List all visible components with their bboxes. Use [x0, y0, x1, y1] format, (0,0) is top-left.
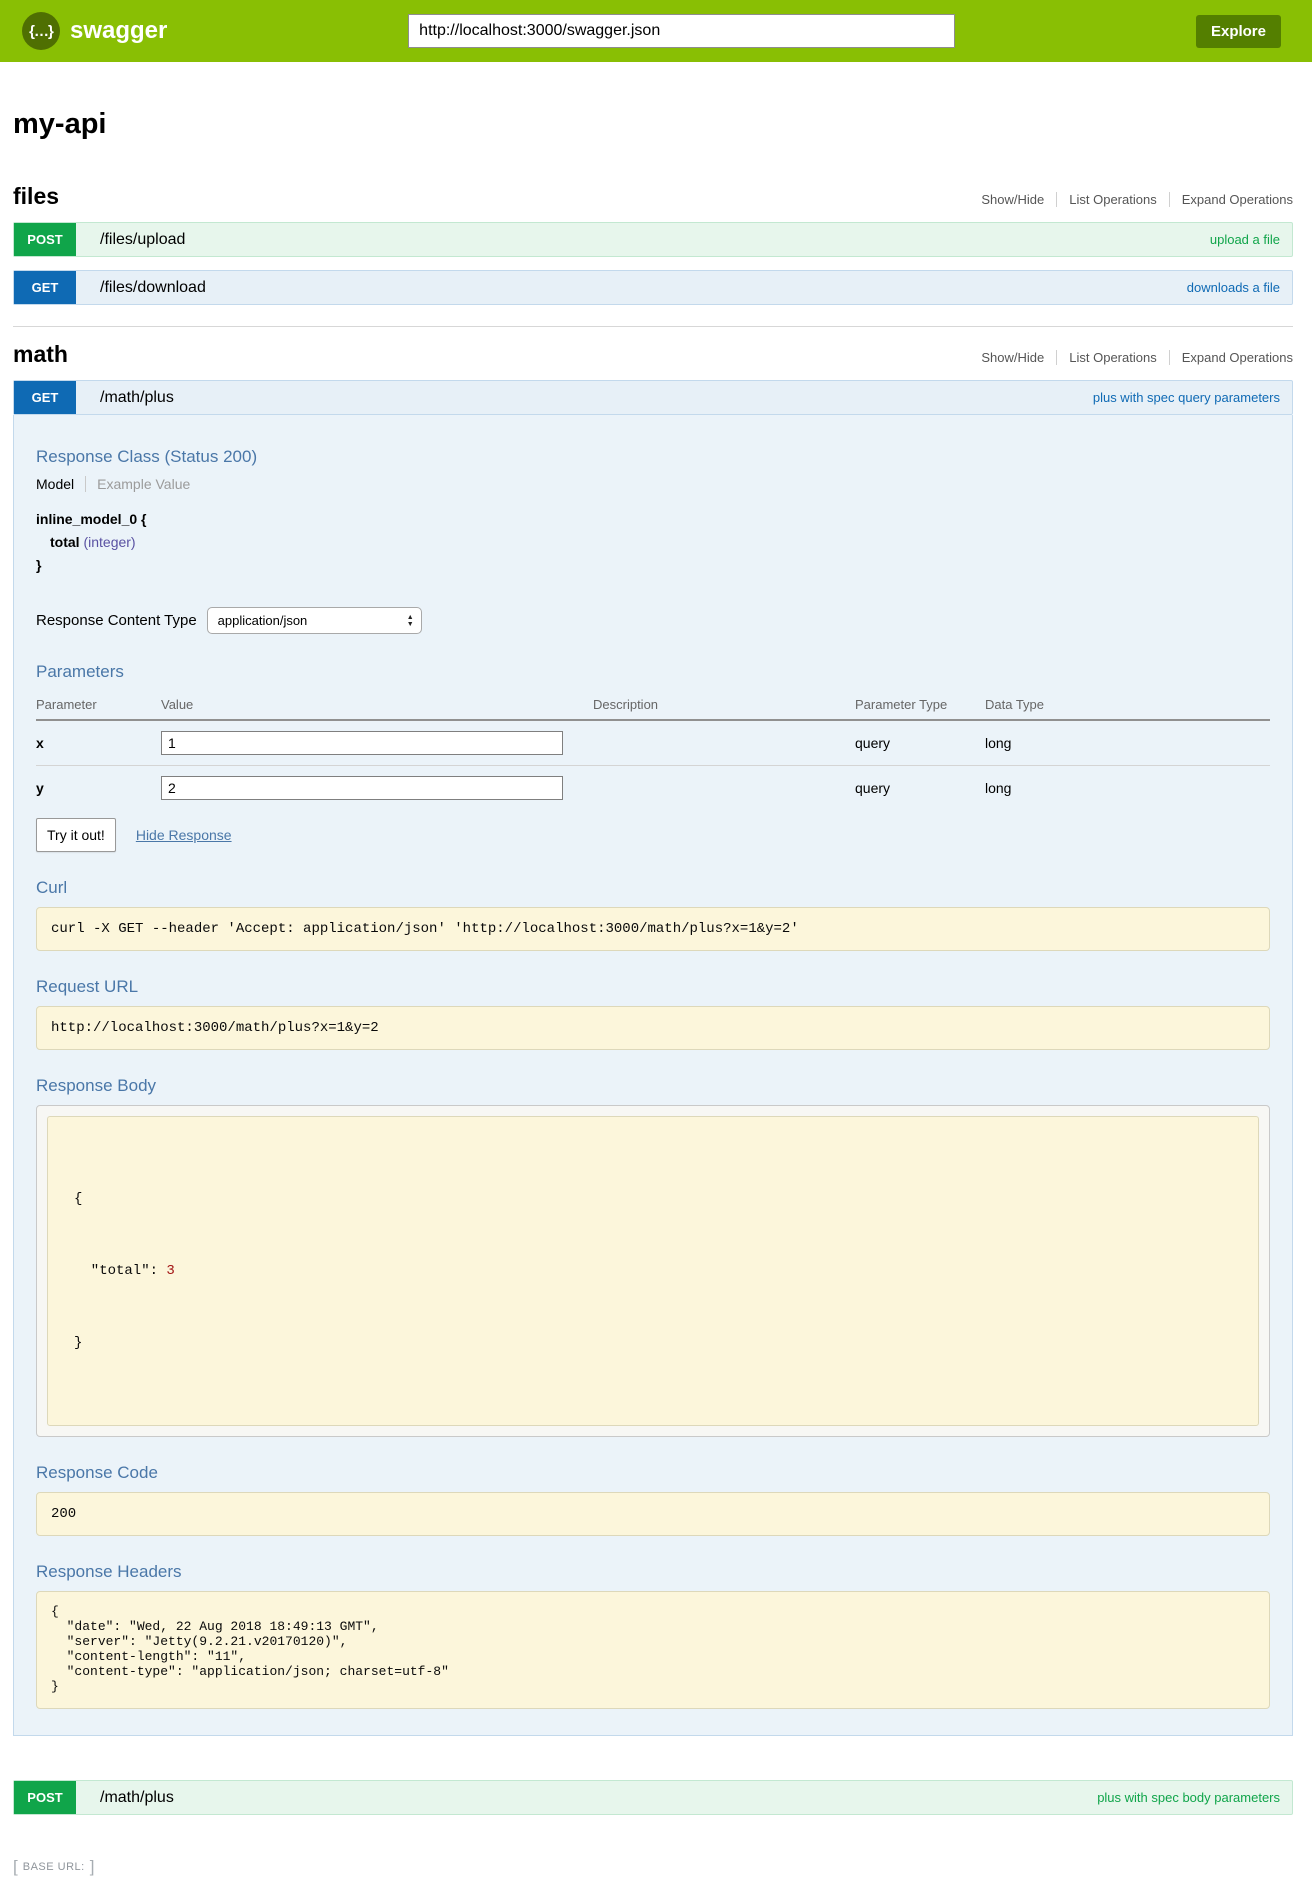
tab-example-value[interactable]: Example Value [86, 476, 190, 492]
col-data-type: Data Type [985, 691, 1270, 720]
operation-row-post-files-upload: POST /files/upload upload a file [13, 222, 1293, 257]
response-content-type-label: Response Content Type [36, 612, 197, 629]
get-method-badge[interactable]: GET [14, 381, 76, 414]
hide-response-link[interactable]: Hide Response [136, 827, 232, 843]
model-tabs: Model Example Value [36, 476, 1270, 492]
operation-summary-link[interactable]: plus with spec body parameters [1097, 1790, 1280, 1805]
property-type: (integer) [83, 534, 135, 550]
get-method-badge[interactable]: GET [14, 271, 76, 304]
param-y-value-input[interactable] [161, 776, 563, 800]
api-url-input[interactable] [408, 14, 955, 48]
select-updown-icon: ▲ ▼ [407, 614, 414, 628]
param-type: query [855, 720, 985, 766]
request-url-heading: Request URL [36, 977, 1270, 997]
response-headers-heading: Response Headers [36, 1562, 1270, 1582]
swagger-braces-icon: {…} [22, 12, 60, 50]
param-data-type: long [985, 720, 1270, 766]
operation-summary-link[interactable]: plus with spec query parameters [1093, 390, 1280, 405]
param-x-value-input[interactable] [161, 731, 563, 755]
math-expand-operations-link[interactable]: Expand Operations [1170, 350, 1293, 365]
operation-expanded-panel: Response Class (Status 200) Model Exampl… [13, 415, 1293, 1736]
col-parameter-type: Parameter Type [855, 691, 985, 720]
try-it-out-button[interactable]: Try it out! [36, 818, 116, 852]
param-data-type: long [985, 766, 1270, 811]
operation-row-get-math-plus: GET /math/plus plus with spec query para… [13, 380, 1293, 415]
parameters-table: Parameter Value Description Parameter Ty… [36, 691, 1270, 810]
response-body-panel: { "total": 3 } [36, 1105, 1270, 1437]
param-row-x: x query long [36, 720, 1270, 766]
param-type: query [855, 766, 985, 811]
math-section-title[interactable]: math [13, 341, 68, 368]
base-url-footer: [ BASE URL: ] [13, 1857, 1293, 1877]
url-input-wrap [167, 14, 1196, 48]
model-close-line: } [36, 554, 1270, 577]
parameters-heading: Parameters [36, 662, 1270, 682]
try-row: Try it out! Hide Response [36, 818, 1270, 852]
request-url-block: http://localhost:3000/math/plus?x=1&y=2 [36, 1006, 1270, 1050]
tab-model[interactable]: Model [36, 476, 86, 492]
files-section-title[interactable]: files [13, 183, 59, 210]
param-row-y: y query long [36, 766, 1270, 811]
files-expand-operations-link[interactable]: Expand Operations [1170, 192, 1293, 207]
section-header-math: math Show/Hide List Operations Expand Op… [13, 341, 1293, 368]
section-header-files: files Show/Hide List Operations Expand O… [13, 183, 1293, 210]
operation-get-math-plus: GET /math/plus plus with spec query para… [13, 380, 1293, 1736]
explore-button[interactable]: Explore [1196, 15, 1281, 48]
post-method-badge[interactable]: POST [14, 1781, 76, 1814]
endpoint-path-link[interactable]: /files/download [100, 279, 206, 297]
json-close-brace: } [74, 1331, 1232, 1355]
endpoint-path-link[interactable]: /files/upload [100, 231, 185, 249]
json-total-line: "total": 3 [74, 1259, 1232, 1283]
parameters-header-row: Parameter Value Description Parameter Ty… [36, 691, 1270, 720]
response-headers-block: { "date": "Wed, 22 Aug 2018 18:49:13 GMT… [36, 1591, 1270, 1709]
param-description [593, 766, 855, 811]
curl-command-block: curl -X GET --header 'Accept: applicatio… [36, 907, 1270, 951]
select-selected-value: application/json [218, 613, 407, 628]
param-name: x [36, 720, 161, 766]
json-open-brace: { [74, 1187, 1232, 1211]
math-show-hide-link[interactable]: Show/Hide [969, 350, 1056, 365]
response-code-heading: Response Code [36, 1463, 1270, 1483]
property-name: total [50, 534, 80, 550]
operation-summary-link[interactable]: upload a file [1210, 232, 1280, 247]
math-list-operations-link[interactable]: List Operations [1056, 350, 1169, 365]
footer-open-bracket: [ [13, 1857, 18, 1877]
response-body-block: { "total": 3 } [47, 1116, 1259, 1426]
swagger-logo[interactable]: {…} swagger [22, 12, 167, 50]
base-url-label: BASE URL: [23, 1861, 85, 1873]
model-open-line: inline_model_0 { [36, 508, 1270, 531]
section-divider [13, 326, 1293, 327]
response-body-heading: Response Body [36, 1076, 1270, 1096]
json-total-value: 3 [166, 1263, 174, 1279]
operation-row-post-math-plus: POST /math/plus plus with spec body para… [13, 1780, 1293, 1815]
post-method-badge[interactable]: POST [14, 223, 76, 256]
col-description: Description [593, 691, 855, 720]
logo-title: swagger [70, 17, 167, 45]
col-value: Value [161, 691, 593, 720]
header-bar: {…} swagger Explore [0, 0, 1312, 62]
endpoint-path-link[interactable]: /math/plus [100, 389, 174, 407]
page-title: my-api [13, 108, 1293, 141]
operation-row-get-files-download: GET /files/download downloads a file [13, 270, 1293, 305]
footer-close-bracket: ] [90, 1857, 95, 1877]
files-list-operations-link[interactable]: List Operations [1056, 192, 1169, 207]
param-name: y [36, 766, 161, 811]
response-class-heading: Response Class (Status 200) [36, 447, 1270, 467]
response-content-type-row: Response Content Type application/json ▲… [36, 607, 1270, 634]
model-signature: inline_model_0 { total (integer) } [36, 508, 1270, 577]
files-show-hide-link[interactable]: Show/Hide [969, 192, 1056, 207]
param-description [593, 720, 855, 766]
main-content: my-api files Show/Hide List Operations E… [0, 108, 1312, 1877]
operation-summary-link[interactable]: downloads a file [1187, 280, 1280, 295]
response-content-type-select[interactable]: application/json ▲ ▼ [207, 607, 422, 634]
curl-heading: Curl [36, 878, 1270, 898]
col-parameter: Parameter [36, 691, 161, 720]
model-property-line: total (integer) [36, 531, 1270, 554]
response-code-block: 200 [36, 1492, 1270, 1536]
endpoint-path-link[interactable]: /math/plus [100, 1789, 174, 1807]
